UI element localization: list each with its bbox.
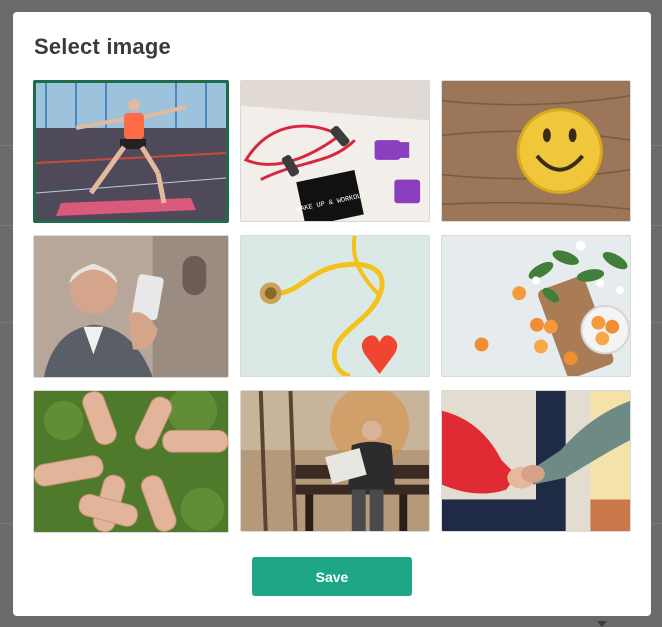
image-option-holding-hands[interactable] xyxy=(441,390,631,532)
apricots-board-image xyxy=(442,236,630,376)
save-button[interactable]: Save xyxy=(252,557,412,596)
image-option-smiley-cookie[interactable] xyxy=(441,80,631,222)
image-option-yoga-man[interactable] xyxy=(33,80,229,223)
dialog-title: Select image xyxy=(34,34,171,59)
background-dropdown-arrow-icon xyxy=(597,621,607,627)
stethoscope-heart-image xyxy=(241,236,429,376)
hands-circle-image xyxy=(34,391,228,532)
workout-items-image: WAKE UP & WORKOUT xyxy=(241,81,429,221)
image-option-stethoscope-heart[interactable] xyxy=(240,235,430,377)
image-option-man-bench-newspaper[interactable] xyxy=(240,390,430,532)
image-option-hands-circle[interactable] xyxy=(33,390,229,533)
image-option-apricots-board[interactable] xyxy=(441,235,631,377)
yoga-man-image xyxy=(36,83,226,220)
select-image-dialog: Select image WAKE UP & WORKOUT Save xyxy=(13,12,651,616)
image-option-workout-items[interactable]: WAKE UP & WORKOUT xyxy=(240,80,430,222)
smiley-cookie-image xyxy=(442,81,630,221)
man-bench-newspaper-image xyxy=(241,391,429,531)
holding-hands-image xyxy=(442,391,630,531)
image-grid: WAKE UP & WORKOUT xyxy=(33,80,631,533)
older-man-phone-image xyxy=(34,236,228,377)
image-option-older-man-phone[interactable] xyxy=(33,235,229,378)
